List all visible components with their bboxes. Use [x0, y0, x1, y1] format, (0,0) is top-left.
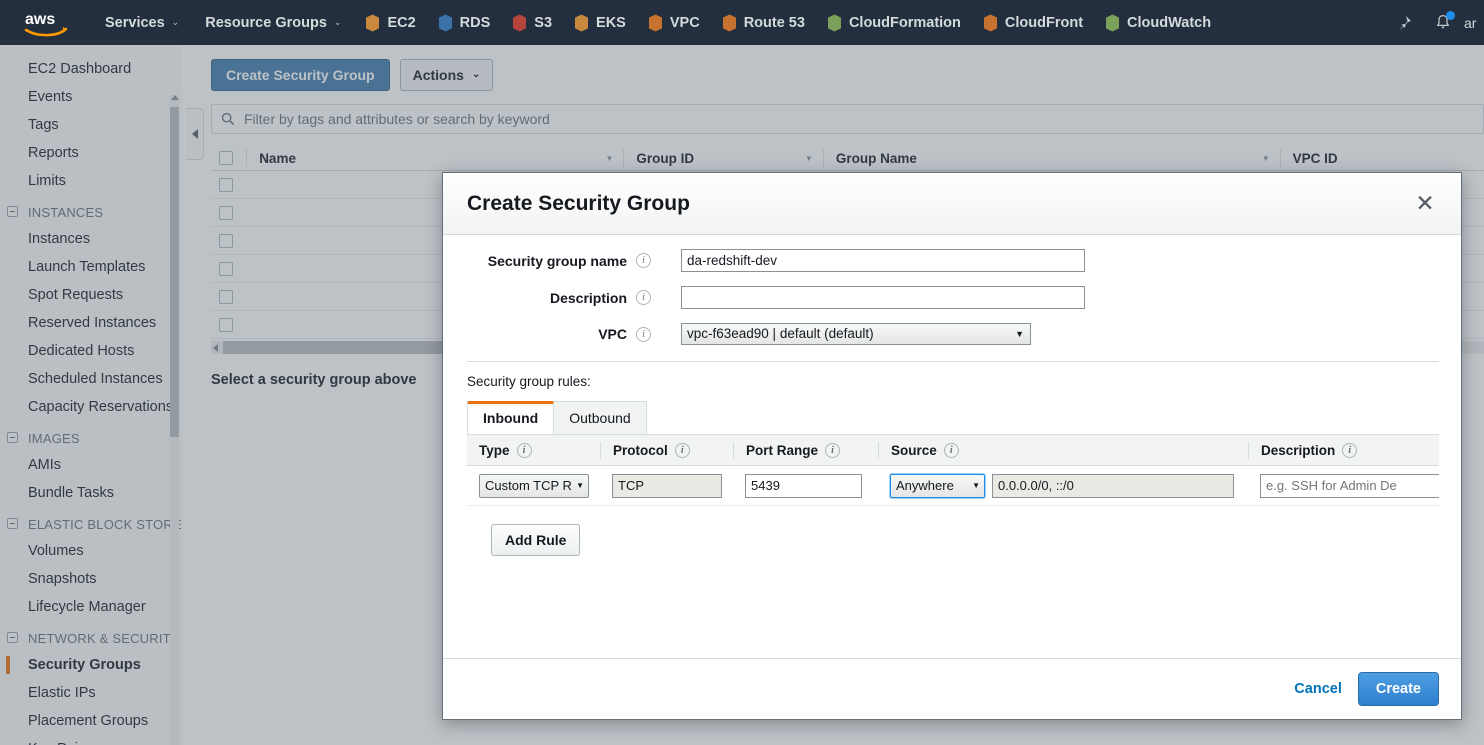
info-icon[interactable]: i	[516, 442, 532, 458]
column-label: Type	[479, 442, 510, 458]
account-menu-label[interactable]: ar	[1462, 15, 1480, 31]
section-divider	[467, 361, 1439, 362]
rules-column-type: Type i	[467, 442, 600, 459]
chevron-down-icon: ⌄	[171, 17, 180, 27]
nav-service-label: VPC	[669, 14, 700, 31]
rules-scroll-area: Type i Protocol i Port Range i Source i	[467, 435, 1439, 556]
aws-logo-icon[interactable]: aws	[0, 0, 92, 45]
cloudformation-icon	[827, 14, 841, 31]
info-icon[interactable]: i	[636, 290, 651, 305]
cloudfront-icon	[983, 14, 997, 31]
vpc-select[interactable]: vpc-f63ead90 | default (default) ▼	[681, 323, 1031, 345]
nav-service-vpc[interactable]: VPC	[637, 0, 711, 45]
s3-icon	[513, 14, 527, 31]
create-security-group-modal: Create Security Group ✕ Security group n…	[442, 172, 1462, 720]
svg-text:aws: aws	[25, 11, 55, 28]
ec2-icon	[366, 14, 380, 31]
field-label: Security group name	[487, 252, 627, 269]
nav-menu-label: Services	[105, 14, 165, 31]
rule-description-input[interactable]	[1260, 473, 1439, 498]
nav-service-label: S3	[534, 14, 553, 31]
close-icon[interactable]: ✕	[1411, 190, 1439, 218]
rds-icon	[438, 14, 452, 31]
rule-port-range-input[interactable]	[745, 473, 862, 498]
rule-type-value: Custom TCP R	[485, 478, 572, 493]
rules-column-source: Source i	[878, 441, 1248, 459]
modal-title: Create Security Group	[467, 191, 690, 215]
rule-source-kind-select[interactable]: Anywhere ▼	[890, 473, 985, 498]
chevron-down-icon: ▼	[1015, 329, 1024, 339]
tab-outbound[interactable]: Outbound	[553, 401, 647, 434]
nav-service-label: EC2	[387, 14, 416, 31]
tab-inbound[interactable]: Inbound	[467, 401, 555, 434]
nav-service-label: CloudFormation	[848, 14, 961, 31]
nav-service-rds[interactable]: RDS	[427, 0, 502, 45]
rule-protocol-input	[612, 473, 722, 498]
column-label: Description	[1261, 442, 1336, 458]
table-row: Custom TCP R ▼ Anywhere ▼	[467, 466, 1439, 506]
nav-menu-services[interactable]: Services ⌄	[92, 0, 192, 45]
nav-menu-label: Resource Groups	[205, 14, 327, 31]
nav-menu-resource-groups[interactable]: Resource Groups ⌄	[192, 0, 354, 45]
info-icon[interactable]: i	[1342, 442, 1358, 458]
nav-service-cloudformation[interactable]: CloudFormation	[816, 0, 972, 45]
top-nav-right-cluster: ar	[1384, 0, 1484, 45]
chevron-down-icon: ▼	[972, 481, 980, 490]
rules-column-protocol: Protocol i	[600, 441, 733, 459]
cloudwatch-icon	[1106, 14, 1120, 31]
nav-service-label: EKS	[596, 14, 626, 31]
rules-tabs: Inbound Outbound	[467, 401, 1461, 434]
nav-service-ec2[interactable]: EC2	[354, 0, 426, 45]
rules-column-description: Description i	[1248, 441, 1439, 459]
info-icon[interactable]: i	[674, 442, 690, 458]
info-icon[interactable]: i	[636, 253, 651, 268]
notification-badge-dot	[1446, 11, 1455, 20]
route53-icon	[722, 14, 736, 31]
rules-panel: Type i Protocol i Port Range i Source i	[467, 434, 1439, 658]
pin-icon[interactable]	[1384, 0, 1424, 45]
rule-type-select[interactable]: Custom TCP R ▼	[479, 473, 589, 498]
create-button[interactable]: Create	[1357, 672, 1439, 706]
info-icon[interactable]: i	[636, 326, 651, 342]
rules-column-port-range: Port Range i	[733, 441, 878, 459]
cancel-button[interactable]: Cancel	[1294, 681, 1342, 697]
form-row-vpc: VPC i vpc-f63ead90 | default (default) ▼	[443, 323, 1461, 345]
nav-service-label: CloudFront	[1004, 14, 1084, 31]
vpc-select-value: vpc-f63ead90 | default (default)	[687, 326, 874, 341]
modal-header: Create Security Group ✕	[443, 173, 1461, 235]
top-navigation-bar: aws Services ⌄ Resource Groups ⌄ EC2 RDS S3 EK…	[0, 0, 1484, 45]
form-row-security-group-name: Security group name i	[443, 249, 1461, 272]
nav-service-label: CloudWatch	[1127, 14, 1212, 31]
eks-icon	[575, 14, 589, 31]
form-row-description: Description i	[443, 286, 1461, 309]
rules-section-label: Security group rules:	[467, 374, 591, 389]
security-group-name-input[interactable]	[681, 249, 1085, 272]
nav-service-s3[interactable]: S3	[501, 0, 563, 45]
column-label: Source	[891, 442, 937, 458]
nav-service-label: Route 53	[743, 14, 805, 31]
modal-footer: Cancel Create	[443, 658, 1461, 719]
nav-service-cloudfront[interactable]: CloudFront	[972, 0, 1094, 45]
column-label: Protocol	[613, 442, 668, 458]
vpc-icon	[648, 14, 662, 31]
chevron-down-icon: ⌄	[333, 17, 342, 27]
chevron-down-icon: ▼	[576, 481, 584, 490]
modal-body: Security group name i Description i VPC …	[443, 235, 1461, 658]
field-label: Description	[549, 289, 627, 306]
info-icon[interactable]: i	[943, 442, 959, 458]
add-rule-button[interactable]: Add Rule	[491, 524, 581, 556]
rules-table-header: Type i Protocol i Port Range i Source i	[467, 435, 1439, 466]
column-label: Port Range	[746, 442, 819, 458]
nav-service-cloudwatch[interactable]: CloudWatch	[1094, 0, 1222, 45]
rule-source-cidr-input	[992, 473, 1234, 498]
field-label: VPC	[598, 326, 627, 342]
notifications-bell-icon[interactable]	[1426, 0, 1460, 45]
rule-source-kind-value: Anywhere	[896, 478, 954, 493]
description-input[interactable]	[681, 286, 1085, 309]
nav-service-eks[interactable]: EKS	[563, 0, 637, 45]
nav-service-route-53[interactable]: Route 53	[711, 0, 816, 45]
info-icon[interactable]: i	[825, 442, 841, 458]
nav-service-label: RDS	[459, 14, 491, 31]
